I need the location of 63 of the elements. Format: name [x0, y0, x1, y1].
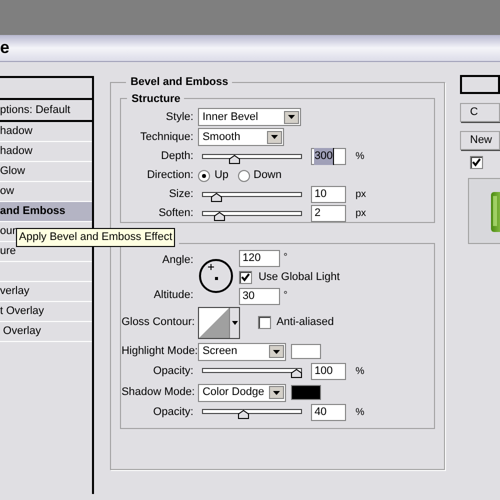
number-field[interactable]: 100 [311, 362, 346, 380]
field-label: Direction: [146, 168, 194, 184]
field-label: Depth: [160, 149, 194, 164]
dropdown[interactable]: Screen [198, 342, 286, 360]
number-field[interactable]: 2 [311, 205, 346, 222]
color-swatch[interactable] [291, 344, 322, 359]
number-field[interactable]: 30 [239, 288, 280, 304]
field-label: Altitude: [152, 288, 194, 303]
tooltip: Apply Bevel and Emboss Effect [16, 228, 176, 246]
dropdown-arrow-icon [232, 320, 238, 324]
unit-label: % [355, 406, 364, 420]
dialog-button[interactable]: C [460, 103, 500, 122]
checkbox-label: Anti-aliased [276, 315, 334, 330]
field-label: Shadow Mode: [121, 385, 194, 400]
field-label: Technique: [139, 130, 194, 145]
unit-label: px [355, 188, 366, 202]
style-list-item[interactable]: ptions: Default [0, 100, 92, 122]
radio-label: Down [254, 168, 282, 184]
field-label: Style: [164, 110, 194, 125]
unit-label: % [355, 364, 364, 378]
radio-button[interactable] [198, 170, 210, 182]
radio-label: Up [214, 168, 228, 184]
unit-label: px [355, 207, 366, 221]
number-field[interactable]: 40 [311, 404, 346, 420]
style-list-item[interactable]: Glow [0, 162, 92, 182]
checkbox-label: Use Global Light [258, 270, 340, 285]
checkmark-icon [472, 158, 481, 167]
dialog-button[interactable] [460, 75, 500, 94]
color-swatch[interactable] [291, 385, 322, 400]
unit-label: ° [283, 250, 288, 264]
number-field[interactable]: 10 [311, 186, 346, 203]
field-label: Soften: [158, 206, 194, 222]
style-list-item[interactable]: and Emboss [0, 202, 92, 222]
field-label: Angle: [161, 252, 194, 268]
number-field[interactable]: 120 [239, 250, 280, 266]
style-list-item[interactable]: verlay [0, 282, 92, 302]
slider[interactable] [202, 406, 302, 418]
checkmark-icon [241, 272, 250, 282]
field-label: Opacity: [152, 404, 194, 420]
checkbox[interactable] [258, 316, 272, 329]
contour-picker[interactable] [198, 306, 240, 338]
field-label: Size: [168, 187, 194, 202]
slider[interactable] [202, 365, 302, 377]
style-list-item[interactable]: hadow [0, 142, 92, 162]
number-field[interactable]: 300 [311, 148, 346, 165]
dropdown[interactable]: Color Dodge [198, 384, 286, 402]
style-list-item[interactable]: hadow [0, 122, 92, 142]
unit-label: ° [283, 288, 288, 302]
window-title: e [0, 37, 10, 60]
checkbox[interactable] [239, 270, 252, 284]
radio-button[interactable] [238, 170, 250, 182]
group-title: Structure [130, 92, 182, 106]
style-list-item[interactable]: t Overlay [0, 302, 92, 322]
dialog-button[interactable]: New [460, 131, 500, 150]
dropdown[interactable]: Inner Bevel [198, 108, 302, 126]
field-label: Gloss Contour: [121, 315, 194, 330]
checkbox[interactable] [470, 156, 483, 169]
section-title: Bevel and Emboss [129, 75, 230, 90]
angle-dial[interactable] [198, 258, 234, 294]
style-list-item[interactable]: Overlay [0, 322, 92, 342]
unit-label: % [355, 150, 364, 164]
field-label: Opacity: [152, 364, 194, 379]
dropdown[interactable]: Smooth [198, 128, 284, 146]
